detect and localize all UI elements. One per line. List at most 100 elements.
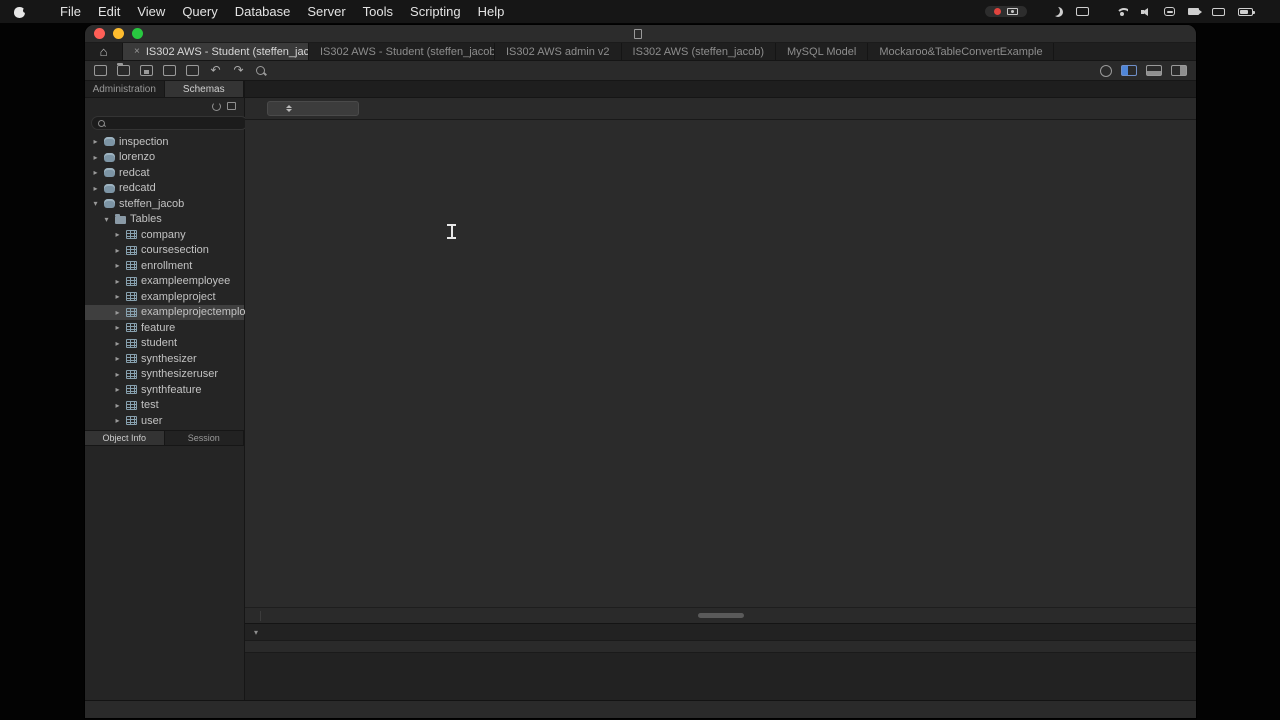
redo-icon[interactable] xyxy=(232,65,245,77)
object-info-tab[interactable]: Object Info xyxy=(85,430,165,445)
close-window-button[interactable] xyxy=(94,28,105,39)
tree-item[interactable]: ▾ Tables xyxy=(85,212,244,228)
disclosure-arrow-icon[interactable]: ▸ xyxy=(113,339,122,348)
tree-item[interactable]: ▸ feature xyxy=(85,320,244,336)
toggle-left-panel-icon[interactable] xyxy=(1121,65,1137,76)
connection-tab[interactable]: IS302 AWS - Student (steffen_jacob) xyxy=(309,43,495,60)
disclosure-arrow-icon[interactable]: ▸ xyxy=(113,370,122,379)
disclosure-arrow-icon[interactable]: ▾ xyxy=(91,199,100,208)
chevron-down-icon[interactable]: ▾ xyxy=(254,628,258,637)
object-info-tab[interactable]: Session xyxy=(165,430,244,445)
disclosure-arrow-icon[interactable]: ▾ xyxy=(102,215,111,224)
user-account-icon[interactable] xyxy=(1100,64,1112,77)
disclosure-arrow-icon[interactable]: ▸ xyxy=(91,137,100,146)
connection-tab[interactable]: IS302 AWS admin v2 xyxy=(495,43,622,60)
menu-item[interactable]: Query xyxy=(182,4,217,19)
tree-item[interactable]: ▸ synthfeature xyxy=(85,382,244,398)
new-document-icon[interactable] xyxy=(94,65,107,76)
maximize-window-button[interactable] xyxy=(132,28,143,39)
tree-item-label: test xyxy=(141,399,159,412)
schema-filter-box[interactable] xyxy=(91,116,248,130)
action-output-header[interactable]: ▾ xyxy=(245,624,1196,640)
tree-item[interactable]: ▾ steffen_jacob xyxy=(85,196,244,212)
tree-item[interactable]: ▸ exampleproject xyxy=(85,289,244,305)
refresh-schemas-icon[interactable] xyxy=(212,101,221,111)
save-model-icon[interactable] xyxy=(140,65,153,76)
tree-item-label: exampleemployee xyxy=(141,275,231,288)
open-document-icon[interactable] xyxy=(117,63,130,76)
menu-item[interactable]: Server xyxy=(307,4,345,19)
disclosure-arrow-icon[interactable]: ▸ xyxy=(113,292,122,301)
connection-tab[interactable]: IS302 AWS - Student (steffen_jacob) xyxy=(123,43,309,60)
tree-item[interactable]: ▸ synthesizeruser xyxy=(85,367,244,383)
minimize-window-button[interactable] xyxy=(113,28,124,39)
apple-menu-icon[interactable] xyxy=(14,5,28,18)
tree-item[interactable]: ▸ user xyxy=(85,413,244,429)
menu-item[interactable]: View xyxy=(137,4,165,19)
tree-item[interactable]: ▸ company xyxy=(85,227,244,243)
sql-code-editor[interactable] xyxy=(245,120,1196,607)
disclosure-arrow-icon[interactable]: ▸ xyxy=(113,323,122,332)
tree-item[interactable]: ▸ synthesizer xyxy=(85,351,244,367)
search-icon[interactable] xyxy=(255,65,268,77)
display-icon[interactable] xyxy=(1076,7,1089,16)
video-camera-icon[interactable] xyxy=(1188,8,1202,15)
schema-filter-input[interactable] xyxy=(109,117,241,129)
menu-item[interactable]: Database xyxy=(235,4,291,19)
tree-item[interactable]: ▸ coursesection xyxy=(85,243,244,259)
window-titlebar[interactable] xyxy=(85,25,1196,43)
disclosure-arrow-icon[interactable]: ▸ xyxy=(91,168,100,177)
toggle-right-panel-icon[interactable] xyxy=(1171,65,1187,76)
tree-item[interactable]: ▸ exampleprojectemployee xyxy=(85,304,263,320)
menu-item[interactable]: Scripting xyxy=(410,4,461,19)
connection-tab[interactable]: MySQL Model xyxy=(776,43,869,60)
tree-item[interactable]: ▸ lorenzo xyxy=(85,150,244,166)
tree-item[interactable]: ▸ enrollment xyxy=(85,258,244,274)
tree-item[interactable]: ▸ student xyxy=(85,336,244,352)
menu-item[interactable]: Edit xyxy=(98,4,120,19)
focus-moon-icon[interactable] xyxy=(1053,7,1063,17)
tree-item[interactable]: ▸ redcatd xyxy=(85,181,244,197)
schema-options-icon[interactable] xyxy=(227,102,236,110)
disclosure-arrow-icon[interactable]: ▸ xyxy=(113,385,122,394)
tree-item[interactable]: ▸ test xyxy=(85,398,244,414)
wifi-icon[interactable] xyxy=(1115,7,1128,17)
export-model-icon[interactable] xyxy=(163,65,176,76)
disclosure-arrow-icon[interactable]: ▸ xyxy=(113,246,122,255)
undo-icon[interactable] xyxy=(209,65,222,77)
disclosure-arrow-icon[interactable]: ▸ xyxy=(91,184,100,193)
tab-overflow-chevron[interactable] xyxy=(1180,81,1196,97)
disclosure-arrow-icon[interactable]: ▸ xyxy=(113,354,122,363)
connection-tab[interactable]: IS302 AWS (steffen_jacob) xyxy=(622,43,777,60)
control-center-icon[interactable] xyxy=(1164,7,1175,16)
disclosure-arrow-icon[interactable]: ▸ xyxy=(113,401,122,410)
disclosure-arrow-icon[interactable]: ▸ xyxy=(91,153,100,162)
volume-icon[interactable] xyxy=(1141,7,1151,16)
window-controls xyxy=(85,28,143,39)
sidebar-tab[interactable]: Schemas xyxy=(164,81,244,97)
editor-statusbar xyxy=(245,607,1196,623)
toggle-bottom-panel-icon[interactable] xyxy=(1146,65,1162,76)
disclosure-arrow-icon[interactable]: ▸ xyxy=(113,416,122,425)
print-icon[interactable] xyxy=(186,65,199,76)
connection-tab[interactable]: Mockaroo&TableConvertExample xyxy=(868,43,1055,60)
tree-item[interactable]: ▸ inspection xyxy=(85,134,244,150)
menu-item[interactable]: Tools xyxy=(363,4,393,19)
screen-recording-indicator[interactable] xyxy=(985,6,1027,17)
home-tab[interactable]: ⌂ xyxy=(85,43,123,60)
object-info-panel xyxy=(85,446,244,470)
tree-item[interactable]: ▸ exampleemployee xyxy=(85,274,244,290)
keyboard-icon[interactable] xyxy=(1212,7,1225,16)
limit-rows-select[interactable] xyxy=(267,101,359,116)
tree-item[interactable]: ▸ redcat xyxy=(85,165,244,181)
disclosure-arrow-icon[interactable]: ▸ xyxy=(113,277,122,286)
menu-item[interactable]: File xyxy=(60,4,81,19)
horizontal-scrollbar[interactable] xyxy=(697,613,744,618)
disclosure-arrow-icon[interactable]: ▸ xyxy=(113,261,122,270)
menu-item[interactable]: Help xyxy=(478,4,505,19)
battery-icon[interactable] xyxy=(1238,7,1255,16)
disclosure-arrow-icon[interactable]: ▸ xyxy=(113,308,122,317)
sidebar-tab[interactable]: Administration xyxy=(85,81,165,97)
disclosure-arrow-icon[interactable]: ▸ xyxy=(113,230,122,239)
tree-item-icon xyxy=(126,369,137,379)
